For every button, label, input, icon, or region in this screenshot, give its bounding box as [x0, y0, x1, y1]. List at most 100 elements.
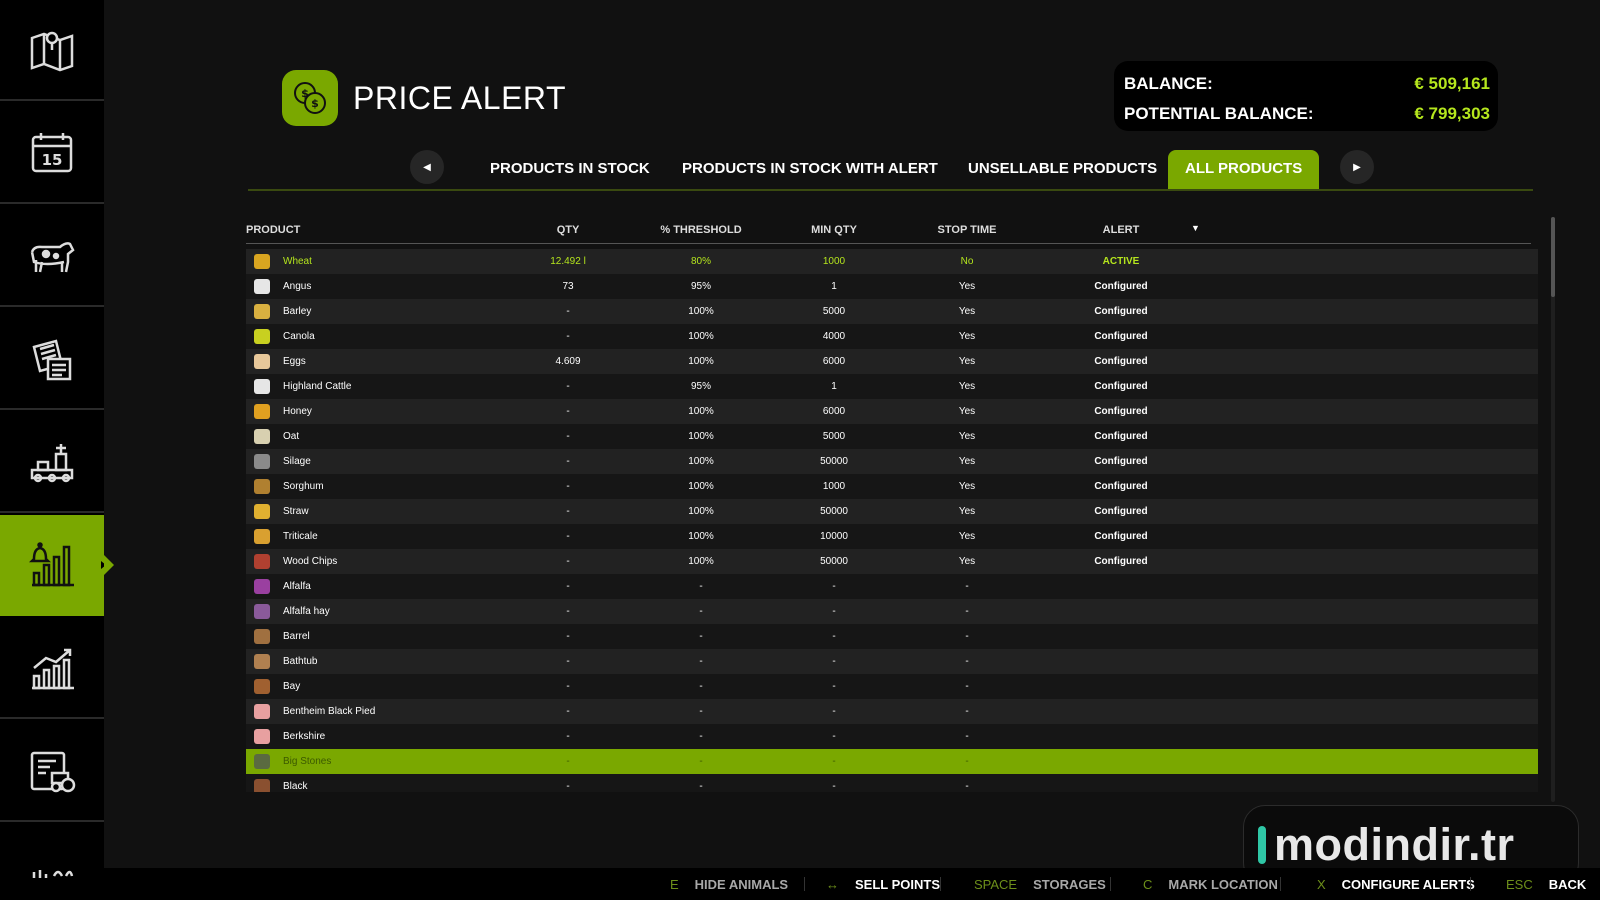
- min-qty-cell: 6000: [822, 356, 846, 367]
- table-row[interactable]: Highland Cattle - 95% 1 Yes Configured: [246, 374, 1538, 399]
- product-name-cell: Bentheim Black Pied: [283, 706, 376, 717]
- table-row[interactable]: Big Stones - - - -: [246, 749, 1538, 774]
- column-header-stop-time[interactable]: STOP TIME: [938, 224, 997, 236]
- tab-next-button[interactable]: ▶: [1340, 150, 1374, 184]
- table-row[interactable]: Honey - 100% 6000 Yes Configured: [246, 399, 1538, 424]
- min-qty-cell: -: [832, 756, 836, 767]
- table-row[interactable]: Straw - 100% 50000 Yes Configured: [246, 499, 1538, 524]
- table-row[interactable]: Barley - 100% 5000 Yes Configured: [246, 299, 1538, 324]
- qty-cell: -: [566, 456, 570, 467]
- min-qty-cell: -: [832, 781, 836, 792]
- cow-icon: [254, 379, 270, 394]
- stop-time-cell: -: [965, 681, 969, 692]
- table-row[interactable]: Sorghum - 100% 1000 Yes Configured: [246, 474, 1538, 499]
- products-table: Wheat 12.492 l 80% 1000 No ACTIVE Angus 73 95% 1 Y…: [246, 249, 1538, 792]
- tab-prev-button[interactable]: ◀: [410, 150, 444, 184]
- sidebar-item-production[interactable]: [0, 412, 104, 513]
- table-row[interactable]: Silage - 100% 50000 Yes Configured: [246, 449, 1538, 474]
- column-header-qty[interactable]: QTY: [557, 224, 580, 236]
- sidebar-item-vehicles[interactable]: [0, 721, 104, 822]
- column-header-min-qty[interactable]: MIN QTY: [811, 224, 857, 236]
- product-name-cell: Big Stones: [283, 756, 332, 767]
- table-row[interactable]: Bathtub - - - -: [246, 649, 1538, 674]
- pig-icon: [254, 729, 270, 744]
- table-row[interactable]: Angus 73 95% 1 Yes Configured: [246, 274, 1538, 299]
- product-name-cell: Bathtub: [283, 656, 318, 667]
- table-row[interactable]: Canola - 100% 4000 Yes Configured: [246, 324, 1538, 349]
- hint-storages[interactable]: SPACE STORAGES: [974, 877, 1106, 892]
- sidebar-item-contracts[interactable]: [0, 309, 104, 410]
- product-name-cell: Bay: [283, 681, 301, 692]
- threshold-cell: 100%: [688, 531, 714, 542]
- table-row[interactable]: Alfalfa - - - -: [246, 574, 1538, 599]
- alert-cell: Configured: [1094, 356, 1148, 367]
- table-row[interactable]: Eggs 4.609 100% 6000 Yes Configured: [246, 349, 1538, 374]
- min-qty-cell: -: [832, 606, 836, 617]
- alert-cell: Configured: [1094, 556, 1148, 567]
- sidebar-item-statistics[interactable]: [0, 618, 104, 719]
- hint-sell-points[interactable]: ↔ SELL POINTS: [826, 877, 940, 892]
- balance-panel: BALANCE: € 509,161 POTENTIAL BALANCE: € …: [1114, 61, 1498, 131]
- sidebar-item-price-alert[interactable]: [0, 515, 114, 616]
- table-row[interactable]: Bay - - - -: [246, 674, 1538, 699]
- stone-icon: [254, 754, 270, 769]
- qty-cell: -: [566, 706, 570, 717]
- sidebar-item-animals[interactable]: [0, 206, 104, 307]
- silage-icon: [254, 454, 270, 469]
- hint-key: E: [670, 877, 679, 892]
- stop-time-cell: Yes: [958, 306, 976, 317]
- tab-products-in-stock-with-alert[interactable]: PRODUCTS IN STOCK WITH ALERT: [682, 150, 938, 190]
- threshold-cell: -: [699, 706, 703, 717]
- hint-configure-alerts[interactable]: X CONFIGURE ALERTS: [1317, 877, 1475, 892]
- threshold-cell: 100%: [688, 306, 714, 317]
- threshold-cell: 95%: [690, 281, 711, 292]
- app: 15 $ $ PRICE ALERT BALANCE: € 509,161 PO…: [0, 0, 1600, 900]
- qty-cell: 4.609: [555, 356, 581, 367]
- sort-descending-icon[interactable]: ▼: [1191, 223, 1200, 233]
- hint-hide-animals[interactable]: E HIDE ANIMALS: [670, 877, 788, 892]
- table-header: PRODUCT QTY % THRESHOLD MIN QTY STOP TIM…: [246, 222, 1531, 244]
- min-qty-cell: -: [832, 631, 836, 642]
- column-header-alert[interactable]: ALERT: [1103, 224, 1140, 236]
- table-row[interactable]: Berkshire - - - -: [246, 724, 1538, 749]
- horse-icon: [254, 779, 270, 792]
- product-name-cell: Sorghum: [283, 481, 324, 492]
- hint-separator: [1470, 877, 1471, 891]
- table-scrollbar[interactable]: [1551, 217, 1555, 802]
- table-row[interactable]: Barrel - - - -: [246, 624, 1538, 649]
- tab-all-products[interactable]: ALL PRODUCTS: [1168, 150, 1320, 190]
- canola-icon: [254, 329, 270, 344]
- table-row[interactable]: Triticale - 100% 10000 Yes Configured: [246, 524, 1538, 549]
- hint-mark-location[interactable]: C MARK LOCATION: [1143, 877, 1278, 892]
- threshold-cell: -: [699, 656, 703, 667]
- alert-cell: Configured: [1094, 456, 1148, 467]
- column-header-product[interactable]: PRODUCT: [246, 224, 300, 236]
- table-row[interactable]: Wheat 12.492 l 80% 1000 No ACTIVE: [246, 249, 1538, 274]
- column-header-threshold[interactable]: % THRESHOLD: [660, 224, 741, 236]
- table-row[interactable]: Bentheim Black Pied - - - -: [246, 699, 1538, 724]
- sidebar-item-calendar[interactable]: 15: [0, 103, 104, 204]
- stop-time-cell: -: [965, 781, 969, 792]
- tab-products-in-stock[interactable]: PRODUCTS IN STOCK: [490, 150, 650, 190]
- min-qty-cell: 1: [831, 281, 837, 292]
- threshold-cell: 100%: [688, 431, 714, 442]
- min-qty-cell: 1000: [822, 256, 846, 267]
- table-row[interactable]: Black - - - -: [246, 774, 1538, 792]
- product-name-cell: Wheat: [283, 256, 312, 267]
- hint-back[interactable]: ESC BACK: [1506, 877, 1586, 892]
- stop-time-cell: -: [965, 606, 969, 617]
- table-row[interactable]: Alfalfa hay - - - -: [246, 599, 1538, 624]
- threshold-cell: 100%: [688, 481, 714, 492]
- sidebar-item-more[interactable]: [0, 824, 104, 900]
- sidebar-item-map[interactable]: [0, 0, 104, 101]
- hint-label: STORAGES: [1033, 877, 1106, 892]
- hint-label: HIDE ANIMALS: [694, 877, 789, 892]
- qty-cell: -: [566, 681, 570, 692]
- alert-cell: Configured: [1094, 481, 1148, 492]
- tab-unsellable-products[interactable]: UNSELLABLE PRODUCTS: [968, 150, 1157, 190]
- table-row[interactable]: Oat - 100% 5000 Yes Configured: [246, 424, 1538, 449]
- table-row[interactable]: Wood Chips - 100% 50000 Yes Configured: [246, 549, 1538, 574]
- alert-cell: ACTIVE: [1102, 256, 1140, 267]
- threshold-cell: -: [699, 756, 703, 767]
- scrollbar-thumb[interactable]: [1551, 217, 1555, 297]
